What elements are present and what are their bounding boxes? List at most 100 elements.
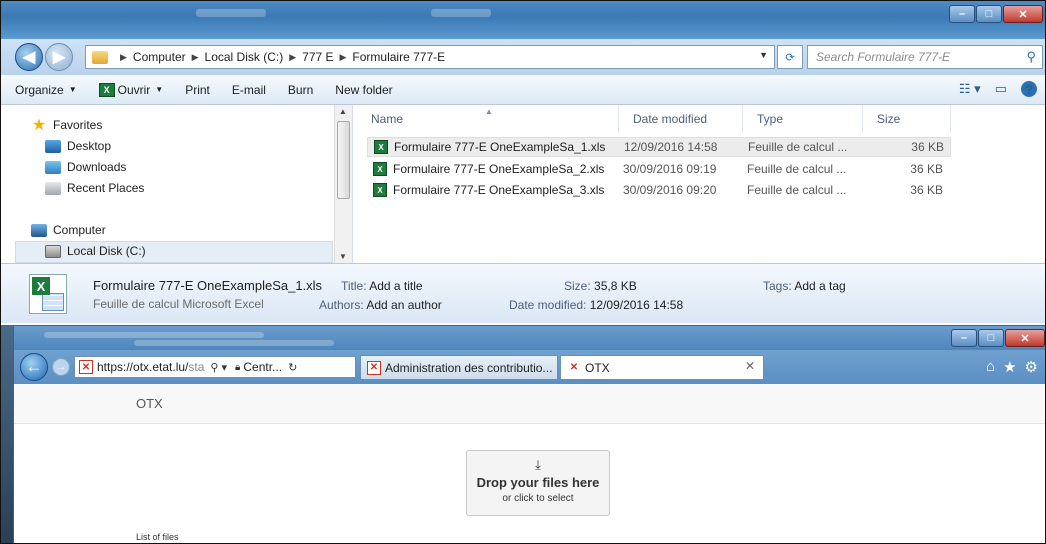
browser-toolbar: ← → ✕ https://otx.etat.lu/sta ⚲ ▾ 🔒︎ Cen…: [14, 350, 1045, 384]
nav-downloads[interactable]: Downloads: [45, 160, 126, 174]
breadcrumb-777e[interactable]: 777 E: [302, 50, 333, 64]
details-pane: X Formulaire 777-E OneExampleSa_1.xls Fe…: [1, 263, 1045, 323]
scrollbar-thumb[interactable]: [337, 121, 350, 199]
organize-button[interactable]: Organize ▼: [15, 83, 77, 97]
file-row[interactable]: X Formulaire 777-E OneExampleSa_2.xls 30/…: [367, 159, 951, 179]
new-folder-button[interactable]: New folder: [335, 83, 392, 97]
excel-icon: X: [98, 82, 115, 97]
close-button[interactable]: ✕: [1005, 329, 1045, 347]
breadcrumb-computer[interactable]: Computer: [133, 50, 186, 64]
tags-value[interactable]: Add a tag: [794, 279, 845, 293]
tab-otx[interactable]: ✕ OTX ✕: [560, 355, 764, 379]
excel-logo: X: [32, 277, 50, 295]
search-icon[interactable]: ⚲: [1026, 49, 1036, 65]
url-host: https://otx.etat.lu/: [97, 360, 189, 374]
file-type: Feuille de calcul ...: [747, 162, 847, 176]
email-button[interactable]: E-mail: [232, 83, 266, 97]
nav-favorites-label: Favorites: [53, 118, 103, 132]
scroll-down-icon[interactable]: ▼: [339, 252, 347, 261]
search-placeholder: Search Formulaire 777-E: [816, 50, 951, 64]
computer-icon: [31, 223, 47, 237]
lock-icon[interactable]: 🔒︎: [235, 362, 240, 373]
date-value: 12/09/2016 14:58: [589, 298, 684, 312]
title-blur: [196, 9, 266, 17]
details-title-field[interactable]: Title: Add a title: [341, 279, 423, 293]
tab-administration[interactable]: ✕ Administration des contributio...: [360, 355, 558, 379]
tags-label: Tags:: [763, 279, 792, 293]
file-type: Feuille de calcul ...: [748, 140, 848, 154]
nav-scrollbar[interactable]: ▲ ▼: [334, 105, 352, 263]
otx-navbar: OTX: [14, 384, 1045, 424]
nav-recent-places[interactable]: Recent Places: [45, 181, 144, 195]
spreadsheet-grid: [42, 293, 64, 311]
home-icon[interactable]: ⌂: [986, 358, 995, 376]
title-label: Title:: [341, 279, 367, 293]
close-button[interactable]: ✕: [1003, 5, 1043, 23]
excel-file-icon: X: [374, 140, 388, 154]
maximize-button[interactable]: □: [978, 329, 1004, 347]
refresh-icon[interactable]: ↻: [288, 361, 297, 374]
details-tags-field[interactable]: Tags: Add a tag: [763, 279, 846, 293]
excel-file-icon: X: [373, 183, 387, 197]
nav-desktop[interactable]: Desktop: [45, 139, 111, 153]
explorer-window-controls: – □ ✕: [948, 5, 1043, 23]
settings-gear-icon[interactable]: ⚙: [1025, 358, 1038, 376]
print-button[interactable]: Print: [185, 83, 210, 97]
back-button[interactable]: ←: [20, 353, 48, 381]
nav-recent-places-label: Recent Places: [67, 181, 145, 195]
column-header-date[interactable]: Date modified: [619, 105, 743, 133]
command-bar: Organize ▼ X Ouvrir ▼ Print E-mail Burn Ne…: [1, 75, 1045, 105]
nav-favorites[interactable]: ★ Favorites: [31, 117, 103, 134]
size-label: Size:: [564, 279, 591, 293]
column-header-name[interactable]: Name: [357, 105, 619, 133]
certificate-label[interactable]: Centr...: [243, 360, 282, 374]
details-authors-field[interactable]: Authors: Add an author: [319, 298, 442, 312]
breadcrumb-formulaire[interactable]: Formulaire 777-E: [352, 50, 445, 64]
minimize-button[interactable]: –: [949, 5, 975, 23]
file-drop-zone[interactable]: ⤓ Drop your files here or click to selec…: [466, 450, 610, 516]
preview-pane-icon[interactable]: ▭: [995, 81, 1007, 97]
nav-computer[interactable]: Computer: [31, 223, 106, 237]
address-bar[interactable]: ▶ Computer ▶ Local Disk (C:) ▶ 777 E ▶ F…: [85, 45, 775, 69]
file-name: Formulaire 777-E OneExampleSa_1.xls: [394, 140, 606, 154]
close-tab-icon[interactable]: ✕: [745, 359, 755, 373]
chevron-down-icon: ▼: [68, 85, 77, 94]
favorites-star-icon[interactable]: ★: [1003, 358, 1016, 376]
star-icon: ★: [31, 117, 47, 134]
back-button[interactable]: ◀: [15, 43, 43, 71]
file-row[interactable]: X Formulaire 777-E OneExampleSa_1.xls 12/…: [367, 137, 951, 157]
burn-button[interactable]: Burn: [288, 83, 313, 97]
otx-brand[interactable]: OTX: [136, 396, 163, 411]
file-list: ▲ Name Date modified Type Size X Formulai…: [357, 105, 1045, 263]
nav-local-disk[interactable]: Local Disk (C:): [45, 244, 146, 258]
browser-title-bar[interactable]: – □ ✕: [14, 326, 1045, 350]
file-type: Feuille de calcul ...: [747, 183, 847, 197]
file-size: 36 KB: [911, 140, 944, 154]
forward-button[interactable]: ▶: [45, 43, 73, 71]
authors-value[interactable]: Add an author: [366, 298, 441, 312]
refresh-button[interactable]: ⟳: [777, 45, 803, 69]
url-bar[interactable]: ✕ https://otx.etat.lu/sta ⚲ ▾ 🔒︎ Centr..…: [74, 356, 356, 378]
forward-button[interactable]: →: [52, 358, 70, 376]
chevron-down-icon[interactable]: ▼: [759, 50, 768, 60]
download-arrow-icon: ⤓: [535, 457, 541, 472]
explorer-title-bar[interactable]: – □ ✕: [1, 1, 1045, 39]
column-header-type[interactable]: Type: [743, 105, 863, 133]
search-icon[interactable]: ⚲ ▾: [210, 361, 227, 374]
column-header-size[interactable]: Size: [863, 105, 951, 133]
scroll-up-icon[interactable]: ▲: [339, 107, 347, 116]
minimize-button[interactable]: –: [951, 329, 977, 347]
authors-label: Authors:: [319, 298, 364, 312]
nav-desktop-label: Desktop: [67, 139, 112, 153]
details-filetype: Feuille de calcul Microsoft Excel: [93, 297, 264, 311]
maximize-button[interactable]: □: [976, 5, 1002, 23]
browser-window-controls: – □ ✕: [950, 329, 1045, 347]
breadcrumb-local-disk[interactable]: Local Disk (C:): [205, 50, 284, 64]
search-input[interactable]: Search Formulaire 777-E ⚲: [807, 45, 1043, 69]
view-options-icon[interactable]: ☷ ▾: [959, 81, 981, 97]
help-icon[interactable]: ?: [1021, 81, 1037, 97]
title-value[interactable]: Add a title: [369, 279, 422, 293]
file-row[interactable]: X Formulaire 777-E OneExampleSa_3.xls 30/…: [367, 180, 951, 200]
open-button[interactable]: X Ouvrir ▼: [98, 82, 163, 97]
browser-window: – □ ✕ ← → ✕ https://otx.etat.lu/sta ⚲ ▾ …: [13, 325, 1045, 543]
